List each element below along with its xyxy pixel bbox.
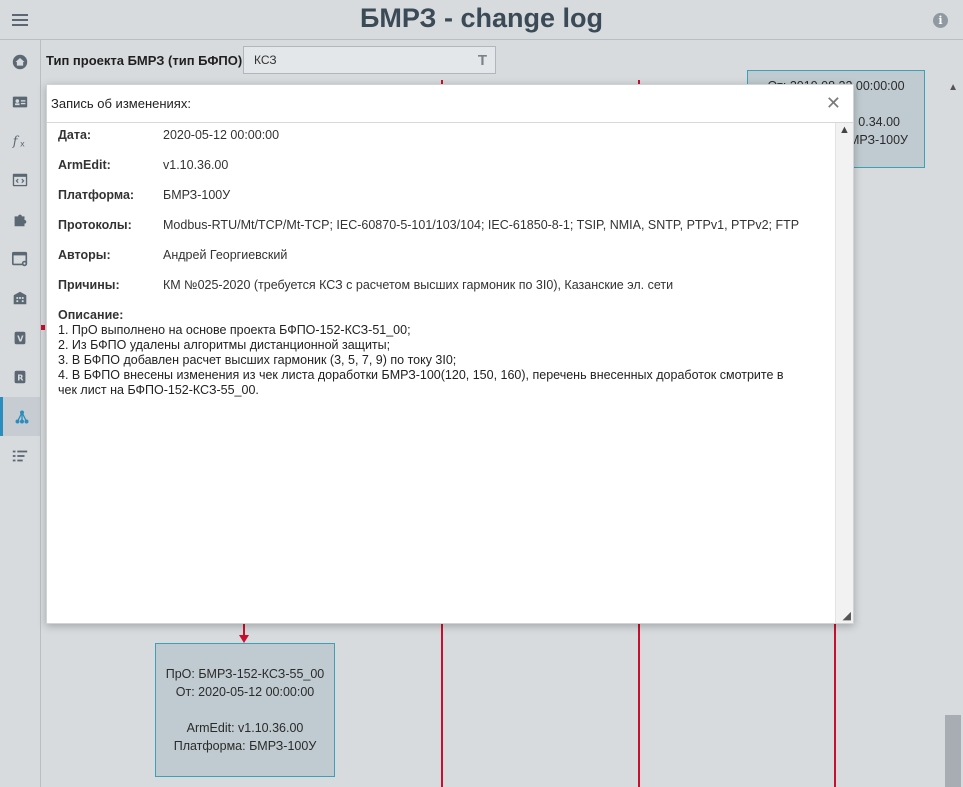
svg-text:x: x: [20, 138, 25, 148]
scroll-up-icon[interactable]: ▲: [839, 124, 850, 136]
modal-title: Запись об изменениях:: [51, 96, 191, 111]
changelog-modal: Запись об изменениях: ✕ Дата: 2020-05-12…: [46, 84, 854, 624]
field-label: Протоколы:: [58, 218, 132, 232]
puzzle-icon: [14, 214, 27, 226]
sidebar-item-v[interactable]: V: [0, 318, 40, 357]
field-label: Дата:: [58, 128, 92, 142]
field-value: Modbus-RTU/Mt/TCP/Mt-TCP; IEC-60870-5-10…: [163, 218, 800, 232]
project-type-label: Тип проекта БМРЗ (тип БФПО):: [46, 53, 247, 68]
sidebar: fx V R: [0, 40, 41, 787]
v-badge-icon: V: [14, 331, 26, 344]
description-line: 4. В БФПО внесены изменения из чек листа…: [58, 368, 784, 382]
scroll-thumb[interactable]: [945, 715, 961, 787]
description-label: Описание:: [58, 308, 124, 322]
field-value: 2020-05-12 00:00:00: [163, 128, 280, 142]
description-line: чек лист на БФПО-152-КСЗ-55_00.: [58, 383, 259, 397]
code-window-icon: [12, 173, 28, 186]
home-icon: [12, 54, 28, 69]
app-header: БМРЗ - change log i: [0, 0, 963, 40]
sidebar-item-changelog[interactable]: [0, 397, 40, 436]
graph-scrollbar[interactable]: ▲: [943, 80, 963, 787]
sidebar-item-code[interactable]: [0, 160, 40, 199]
field-label: ArmEdit:: [58, 158, 111, 172]
modal-scrollbar[interactable]: ▲: [835, 123, 853, 623]
sidebar-item-plugins[interactable]: [0, 200, 40, 239]
description-line: 1. ПрО выполнено на основе проекта БФПО-…: [58, 323, 411, 337]
settings-window-icon: [11, 251, 28, 266]
sidebar-item-organization[interactable]: [0, 278, 40, 317]
list-settings-icon: [12, 450, 28, 461]
modal-header: Запись об изменениях: ✕: [47, 85, 853, 123]
svg-text:V: V: [17, 333, 24, 343]
description-line: 3. В БФПО добавлен расчет высших гармони…: [58, 353, 457, 367]
svg-text:f: f: [12, 133, 20, 148]
sidebar-item-home[interactable]: [0, 42, 40, 81]
sidebar-item-profile[interactable]: [0, 82, 40, 121]
r-badge-icon: R: [14, 370, 26, 383]
scroll-up-icon[interactable]: ▲: [948, 82, 958, 93]
project-type-value: КСЗ: [254, 53, 277, 67]
sidebar-item-functions[interactable]: fx: [0, 121, 40, 160]
arrow-down-icon: [239, 635, 249, 643]
field-label: Авторы:: [58, 248, 111, 262]
resize-handle-icon[interactable]: ◢: [843, 609, 851, 622]
id-card-icon: [12, 96, 28, 107]
close-icon[interactable]: ✕: [826, 93, 841, 114]
building-icon: [13, 291, 27, 304]
project-type-input[interactable]: КСЗ T: [243, 46, 496, 74]
description-line: 2. Из БФПО удалены алгоритмы дистанционн…: [58, 338, 391, 352]
node-line: ArmEdit: v1.10.36.00: [186, 721, 304, 735]
sidebar-item-window-settings[interactable]: [0, 239, 40, 278]
sidebar-item-r[interactable]: R: [0, 357, 40, 396]
info-icon[interactable]: i: [933, 13, 948, 28]
node-line: От: 2020-05-12 00:00:00: [175, 685, 315, 699]
sidebar-item-list-settings[interactable]: [0, 436, 40, 475]
field-value: КМ №025-2020 (требуется КСЗ с расчетом в…: [163, 278, 674, 292]
node-line: ПрО: БМРЗ-152-КСЗ-55_00: [165, 667, 325, 681]
field-label: Причины:: [58, 278, 120, 292]
version-node[interactable]: ПрО: БМРЗ-152-КСЗ-55_00 От: 2020-05-12 0…: [155, 643, 335, 777]
node-line: Платформа: БМРЗ-100У: [173, 739, 317, 753]
field-value: БМРЗ-100У: [163, 188, 231, 202]
field-value: Андрей Георгиевский: [163, 248, 288, 262]
function-icon: fx: [12, 133, 25, 148]
page-title: БМРЗ - change log: [360, 3, 603, 33]
field-value: v1.10.36.00: [163, 158, 229, 172]
filter-icon[interactable]: T: [478, 52, 487, 69]
hierarchy-icon: [15, 410, 28, 423]
modal-body: Дата: 2020-05-12 00:00:00 ArmEdit: v1.10…: [47, 123, 836, 623]
svg-text:R: R: [17, 372, 24, 382]
field-label: Платформа:: [58, 188, 135, 202]
timeline-marker: [41, 325, 45, 330]
description-block: Описание: 1. ПрО выполнено на основе про…: [58, 308, 828, 398]
